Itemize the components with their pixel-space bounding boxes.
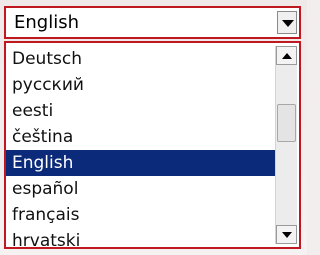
list-item[interactable]: русский (6, 72, 276, 98)
list-item[interactable]: eesti (6, 98, 276, 124)
language-list[interactable]: Deutsch русский eesti čeština English es… (4, 41, 301, 249)
list-item[interactable]: español (6, 176, 276, 202)
language-options: Deutsch русский eesti čeština English es… (6, 46, 276, 247)
chevron-down-icon (282, 20, 294, 27)
scroll-down-button[interactable] (276, 225, 297, 244)
language-dropdown[interactable]: English (4, 6, 301, 39)
scrollbar-thumb[interactable] (277, 104, 296, 142)
dropdown-toggle-button[interactable] (277, 11, 297, 34)
arrow-down-icon (282, 232, 292, 238)
scroll-up-button[interactable] (276, 46, 297, 65)
list-scrollbar[interactable] (275, 46, 297, 244)
list-item[interactable]: Deutsch (6, 46, 276, 72)
list-item[interactable]: français (6, 202, 276, 228)
list-item[interactable]: English (6, 150, 276, 176)
language-selector: English Deutsch русский eesti čeština En… (0, 0, 307, 255)
arrow-up-icon (282, 53, 292, 59)
list-item[interactable]: hrvatski (6, 228, 276, 247)
list-item[interactable]: čeština (6, 124, 276, 150)
dropdown-selected-value: English (14, 12, 79, 33)
